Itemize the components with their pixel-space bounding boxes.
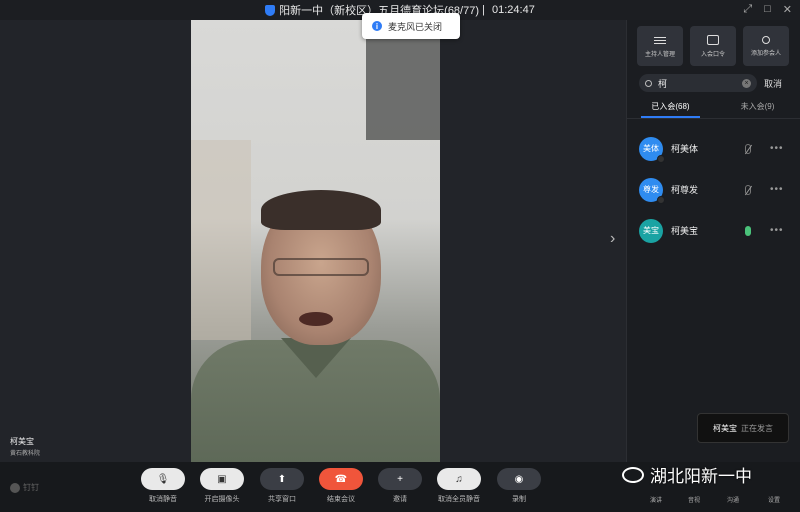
panel-actions: 主持人管理 入会口令 添加参会人 — [637, 26, 789, 66]
participant-list: 美体 柯美体 ••• 尊发 柯尊发 ••• 美宝 柯美宝 ••• — [627, 128, 800, 251]
mic-off-toast: i 麦克风已关闭 — [362, 13, 460, 39]
participant-search[interactable]: 柯 × — [639, 74, 757, 92]
chat-tool[interactable]: 沟通 — [727, 495, 739, 504]
user-add-icon — [762, 35, 770, 44]
window-controls: ⤢ □ ✕ — [743, 3, 792, 16]
speaker-glasses — [273, 258, 369, 276]
speaker-hair — [261, 190, 381, 230]
search-input[interactable]: 柯 — [658, 77, 667, 90]
tab-not-joined[interactable]: 未入会(9) — [714, 98, 800, 118]
tabs-divider — [627, 118, 800, 119]
speaker-org-label: 黄石教科院 — [10, 451, 41, 457]
host-manage-label: 主持人管理 — [644, 51, 675, 58]
search-cancel-button[interactable]: 取消 — [764, 77, 782, 90]
shield-icon — [265, 4, 276, 16]
av-tool[interactable]: 音视 — [688, 495, 700, 504]
invite-button[interactable]: + 邀请 — [370, 468, 430, 504]
fullscreen-icon[interactable]: ⤢ — [743, 3, 752, 16]
watermark-text: 湖北阳新一中 — [650, 467, 752, 486]
invite-label: 邀请 — [393, 496, 407, 503]
title-separator: | — [479, 4, 488, 16]
mic-muted-icon[interactable] — [745, 184, 751, 195]
end-meeting-button[interactable]: ☎ 结束会议 — [311, 468, 371, 504]
app-logo: 钉钉 — [10, 482, 39, 493]
info-icon: i — [372, 21, 382, 31]
share-window-label: 共享窗口 — [268, 496, 296, 503]
share-icon: ⬆ — [277, 473, 287, 485]
maximize-icon[interactable]: □ — [764, 3, 771, 16]
unmute-button[interactable]: 🎙 取消静音 — [133, 468, 193, 504]
mic-icon: 🎙 — [156, 473, 170, 485]
participant-name: 柯尊发 — [671, 185, 699, 195]
participant-name: 柯美体 — [671, 144, 699, 154]
participant-tabs: 已入会(68) 未入会(9) — [627, 98, 800, 118]
close-icon[interactable]: ✕ — [783, 3, 792, 16]
add-participant-label: 添加参会人 — [750, 50, 781, 57]
background-curtain — [191, 140, 251, 340]
more-icon[interactable]: ••• — [770, 184, 784, 195]
hangup-icon: ☎ — [334, 473, 348, 485]
speaking-status: 正在发言 — [741, 423, 773, 433]
camera-icon: ▣ — [217, 473, 227, 485]
share-link-icon — [707, 34, 719, 45]
toast-text: 麦克风已关闭 — [388, 21, 443, 32]
chevron-right-icon[interactable]: › — [610, 230, 615, 248]
search-icon — [645, 79, 652, 87]
mic-badge-icon — [657, 154, 665, 163]
speaking-indicator: 柯美宝 正在发言 — [697, 413, 789, 443]
host-manage-button[interactable]: 主持人管理 — [637, 26, 683, 66]
avatar-text: 尊发 — [643, 185, 659, 194]
participant-panel: 主持人管理 入会口令 添加参会人 柯 × 取消 已入会(68) 未入会(9) 美… — [626, 20, 800, 462]
logo-text: 钉钉 — [23, 483, 39, 492]
add-participant-button[interactable]: 添加参会人 — [743, 26, 789, 66]
mic-active-icon[interactable] — [745, 225, 751, 236]
invite-icon: + — [397, 473, 403, 485]
meeting-timer: 01:24:47 — [492, 4, 535, 16]
wechat-icon — [622, 466, 644, 483]
avatar-text: 美体 — [643, 144, 659, 153]
record-icon: ◉ — [514, 473, 524, 485]
avatar: 美体 — [639, 136, 665, 163]
camera-label: 开启摄像头 — [204, 496, 240, 503]
list-item[interactable]: 美宝 柯美宝 ••• — [627, 210, 800, 251]
unmute-all-button[interactable]: ♫ 取消全员静音 — [429, 468, 489, 504]
record-button[interactable]: ◉ 录制 — [489, 468, 549, 504]
list-item[interactable]: 尊发 柯尊发 ••• — [627, 169, 800, 210]
wechat-watermark: 湖北阳新一中 — [622, 462, 752, 487]
speaker-name-label: 柯美宝 — [10, 437, 34, 446]
meeting-code-label: 入会口令 — [700, 51, 725, 58]
mute-all-icon: ♫ — [455, 473, 463, 485]
list-item[interactable]: 美体 柯美体 ••• — [627, 128, 800, 169]
tab-joined[interactable]: 已入会(68) — [627, 98, 714, 118]
end-meeting-label: 结束会议 — [327, 496, 355, 503]
speaker-video[interactable] — [191, 20, 440, 462]
dingtalk-icon — [10, 482, 20, 493]
avatar: 尊发 — [639, 177, 665, 204]
speaker-mouth — [299, 312, 333, 326]
camera-button[interactable]: ▣ 开启摄像头 — [192, 468, 252, 504]
speaking-name: 柯美宝 — [713, 423, 737, 433]
settings-tool[interactable]: 设置 — [768, 495, 780, 504]
participant-name: 柯美宝 — [671, 226, 699, 236]
avatar-text: 美宝 — [643, 226, 659, 235]
more-icon[interactable]: ••• — [770, 225, 784, 236]
mic-badge-icon — [657, 195, 665, 204]
video-stage: › 柯美宝 黄石教科院 — [0, 20, 626, 462]
share-window-button[interactable]: ⬆ 共享窗口 — [252, 468, 312, 504]
present-tool[interactable]: 演讲 — [650, 495, 662, 504]
sliders-icon — [654, 35, 666, 45]
unmute-all-label: 取消全员静音 — [438, 496, 480, 503]
avatar: 美宝 — [639, 218, 663, 243]
more-icon[interactable]: ••• — [770, 143, 784, 154]
record-label: 录制 — [512, 496, 526, 503]
unmute-label: 取消静音 — [149, 496, 177, 503]
meeting-code-button[interactable]: 入会口令 — [690, 26, 736, 66]
mic-muted-icon[interactable] — [745, 143, 751, 154]
clear-icon[interactable]: × — [742, 78, 751, 88]
